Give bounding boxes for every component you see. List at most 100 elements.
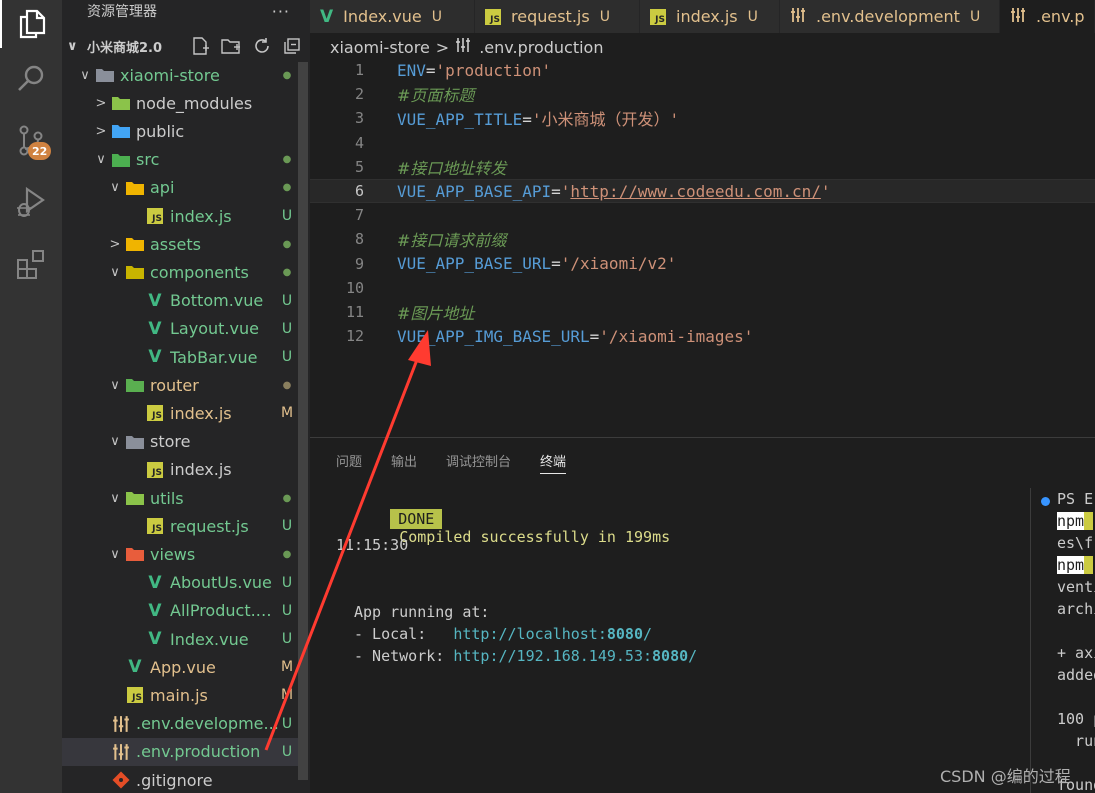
explorer-activity-button[interactable]	[0, 0, 62, 48]
run-debug-activity-button[interactable]	[0, 178, 62, 226]
secondary-terminal[interactable]: PS E npm es\f npm venti archi + axi added 100 …	[1030, 488, 1095, 793]
tree-item-label: main.js	[150, 685, 208, 705]
vue-file-icon: V	[320, 6, 334, 27]
tree-item[interactable]: ∨ utils ●	[62, 484, 298, 512]
tree-item[interactable]: JS main.js M	[62, 681, 298, 709]
code-line[interactable]: 2 #页面标题	[310, 82, 1095, 106]
secondary-terminal-line: venti	[1057, 578, 1095, 596]
code-token: '/xiaomi/v2'	[560, 254, 677, 274]
tree-item[interactable]: V App.vue M	[62, 653, 298, 681]
tree-item[interactable]: .gitignore	[62, 766, 298, 793]
tree-item[interactable]: JS request.js U	[62, 512, 298, 540]
explorer-sidebar: 资源管理器 ··· ∨ 小米商城2.0 ∨ xiaomi-store ● > node_…	[62, 0, 310, 793]
new-folder-icon[interactable]	[220, 36, 242, 56]
tree-item-label: request.js	[170, 516, 249, 536]
search-activity-button[interactable]	[0, 54, 62, 102]
network-label: - Network:	[354, 647, 454, 665]
secondary-terminal-text: 100 p	[1057, 710, 1095, 728]
project-section-header[interactable]: ∨ 小米商城2.0	[62, 34, 310, 58]
chevron-down-icon: ∨	[110, 546, 120, 562]
bottom-panel: 问题 输出 调试控制台 终端 DONE Compiled successfully i…	[310, 437, 1095, 793]
panel-tabs: 问题 输出 调试控制台 终端	[310, 438, 1095, 482]
tree-item[interactable]: V Layout.vue U	[62, 315, 298, 343]
panel-tab[interactable]: 问题	[336, 438, 362, 482]
tree-item[interactable]: ∨ store	[62, 428, 298, 456]
code-line[interactable]: 9 VUE_APP_BASE_URL='/xiaomi/v2'	[310, 252, 1095, 276]
code-line[interactable]: 6 VUE_APP_BASE_API='http://www.codeedu.co…	[310, 179, 1095, 203]
tree-item[interactable]: JS index.js M	[62, 399, 298, 427]
js-file-icon: JS	[144, 517, 166, 535]
panel-tab[interactable]: 调试控制台	[446, 438, 511, 482]
tree-item[interactable]: V AboutUs.vue U	[62, 569, 298, 597]
code-text: VUE_APP_BASE_API='http://www.codeedu.com…	[397, 182, 831, 201]
panel-tab[interactable]: 输出	[391, 438, 417, 482]
code-line[interactable]: 8 #接口请求前缀	[310, 227, 1095, 251]
tree-item[interactable]: V AllProduct.vue U	[62, 597, 298, 625]
source-control-activity-button[interactable]: 22	[0, 116, 62, 164]
tree-item[interactable]: ∨ router ●	[62, 371, 298, 399]
tree-item-label: AllProduct.vue	[170, 601, 280, 621]
explorer-title: 资源管理器	[87, 4, 157, 20]
collapse-all-icon[interactable]	[282, 36, 302, 56]
code-line[interactable]: 12 VUE_APP_IMG_BASE_URL='/xiaomi-images'	[310, 324, 1095, 348]
code-line[interactable]: 4	[310, 131, 1095, 155]
tree-item[interactable]: ∨ components ●	[62, 258, 298, 286]
breadcrumb-folder[interactable]: xiaomi-store	[330, 38, 430, 57]
editor-tab[interactable]: JS request.js U	[475, 0, 640, 33]
editor-tab[interactable]: .env.development U	[780, 0, 1000, 33]
breadcrumb-file[interactable]: .env.production	[479, 38, 603, 57]
code-line[interactable]: 1 ENV='production'	[310, 58, 1095, 82]
code-token: =	[551, 181, 561, 201]
editor-tab[interactable]: V Index.vue U	[310, 0, 475, 33]
tree-item[interactable]: JS index.js U	[62, 202, 298, 230]
refresh-icon[interactable]	[252, 36, 272, 56]
more-actions-icon[interactable]: ···	[272, 2, 290, 21]
git-status: U	[281, 715, 293, 732]
tree-item[interactable]: JS index.js	[62, 456, 298, 484]
tree-item[interactable]: ∨ xiaomi-store ●	[62, 61, 298, 89]
local-url-tail[interactable]: /	[643, 625, 652, 643]
code-line[interactable]: 11 #图片地址	[310, 300, 1095, 324]
editor-tab[interactable]: JS index.js U	[640, 0, 780, 33]
tree-item[interactable]: ∨ views ●	[62, 540, 298, 568]
secondary-terminal-text: archi	[1057, 600, 1095, 618]
network-port[interactable]: 8080	[652, 647, 688, 665]
tree-item[interactable]: V TabBar.vue U	[62, 343, 298, 371]
code-line[interactable]: 7	[310, 203, 1095, 227]
tree-item-label: .gitignore	[136, 770, 213, 790]
local-url[interactable]: http://localhost:	[453, 625, 607, 643]
search-icon	[18, 65, 44, 91]
source-control-badge: 22	[28, 142, 52, 160]
tree-item[interactable]: > node_modules	[62, 89, 298, 117]
tree-item[interactable]: > assets ●	[62, 230, 298, 258]
tree-item[interactable]: > public	[62, 117, 298, 145]
network-url[interactable]: http://192.168.149.53:	[453, 647, 652, 665]
tree-item-label: index.js	[170, 403, 232, 423]
explorer-scrollbar[interactable]	[298, 62, 308, 780]
line-number: 9	[354, 254, 364, 273]
new-file-icon[interactable]	[190, 36, 210, 56]
chevron-right-icon: >	[109, 236, 121, 252]
code-editor[interactable]: 1 ENV='production' 2 #页面标题 3 VUE_APP_TITLE='小…	[310, 58, 1095, 438]
network-url-tail[interactable]: /	[688, 647, 697, 665]
secondary-terminal-text: run	[1075, 732, 1095, 750]
code-token: =	[425, 60, 436, 80]
tree-item-label: router	[150, 375, 199, 395]
settings-file-icon	[455, 37, 471, 57]
local-port[interactable]: 8080	[607, 625, 643, 643]
code-line[interactable]: 5 #接口地址转发	[310, 155, 1095, 179]
code-line[interactable]: 10	[310, 276, 1095, 300]
editor-tab[interactable]: .env.p	[1000, 0, 1095, 33]
tree-item[interactable]: .env.developme... U	[62, 710, 298, 738]
tree-item[interactable]: ∨ api ●	[62, 174, 298, 202]
tree-item[interactable]: V Bottom.vue U	[62, 287, 298, 315]
tree-item[interactable]: ∨ src ●	[62, 146, 298, 174]
done-badge: DONE	[390, 509, 443, 529]
js-file-icon: JS	[144, 461, 166, 479]
extensions-activity-button[interactable]	[0, 240, 62, 288]
tree-item[interactable]: V Index.vue U	[62, 625, 298, 653]
tree-item[interactable]: .env.production U	[62, 737, 298, 766]
vue-file-icon: V	[148, 572, 162, 593]
code-line[interactable]: 3 VUE_APP_TITLE='小米商城（开发）'	[310, 106, 1095, 130]
panel-tab[interactable]: 终端	[540, 438, 567, 482]
